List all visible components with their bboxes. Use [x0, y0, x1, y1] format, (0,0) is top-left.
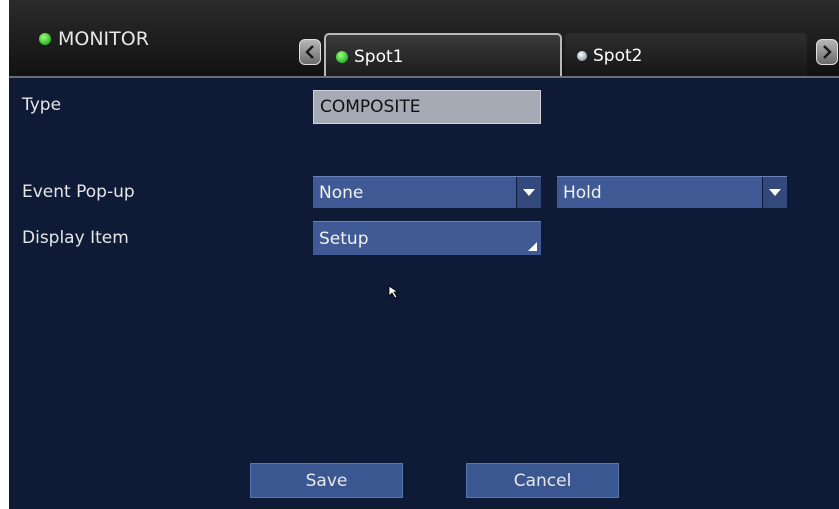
display-item-select[interactable]: Setup: [313, 221, 541, 255]
save-button[interactable]: Save: [250, 463, 403, 498]
monitor-title-label: MONITOR: [58, 28, 149, 50]
type-label: Type: [22, 95, 62, 115]
dropdown-arrow-icon[interactable]: [762, 177, 787, 208]
tab-spot1[interactable]: Spot1: [324, 33, 562, 78]
status-dot-icon: [336, 50, 348, 63]
tab-prev-button[interactable]: [299, 39, 321, 65]
header-divider: [9, 76, 839, 78]
display-item-value: Setup: [319, 228, 369, 249]
mouse-pointer-icon: [388, 285, 400, 299]
chevron-left-icon: [305, 45, 314, 59]
monitor-title: MONITOR: [39, 28, 149, 50]
event-popup-label: Event Pop-up: [22, 182, 135, 202]
event-popup-select[interactable]: None: [313, 176, 541, 208]
event-popup-value: None: [319, 182, 364, 203]
chevron-right-icon: [823, 45, 832, 59]
tab-label: Spot1: [354, 46, 404, 67]
corner-triangle-icon: [528, 242, 537, 251]
header-bar: MONITOR Spot1 Spot2: [9, 0, 839, 78]
status-dot-icon: [577, 50, 587, 61]
tab-next-button[interactable]: [816, 39, 838, 65]
dropdown-arrow-icon[interactable]: [516, 177, 541, 208]
monitor-settings-window: MONITOR Spot1 Spot2 Type COMPOSITE Event…: [9, 0, 839, 509]
popup-duration-value: Hold: [563, 182, 602, 203]
tab-spot2[interactable]: Spot2: [565, 33, 807, 78]
type-field: COMPOSITE: [313, 90, 541, 124]
tab-label: Spot2: [593, 45, 643, 66]
status-dot-icon: [39, 33, 51, 45]
popup-duration-select[interactable]: Hold: [557, 176, 787, 208]
cancel-button[interactable]: Cancel: [466, 463, 619, 498]
display-item-label: Display Item: [22, 228, 129, 248]
